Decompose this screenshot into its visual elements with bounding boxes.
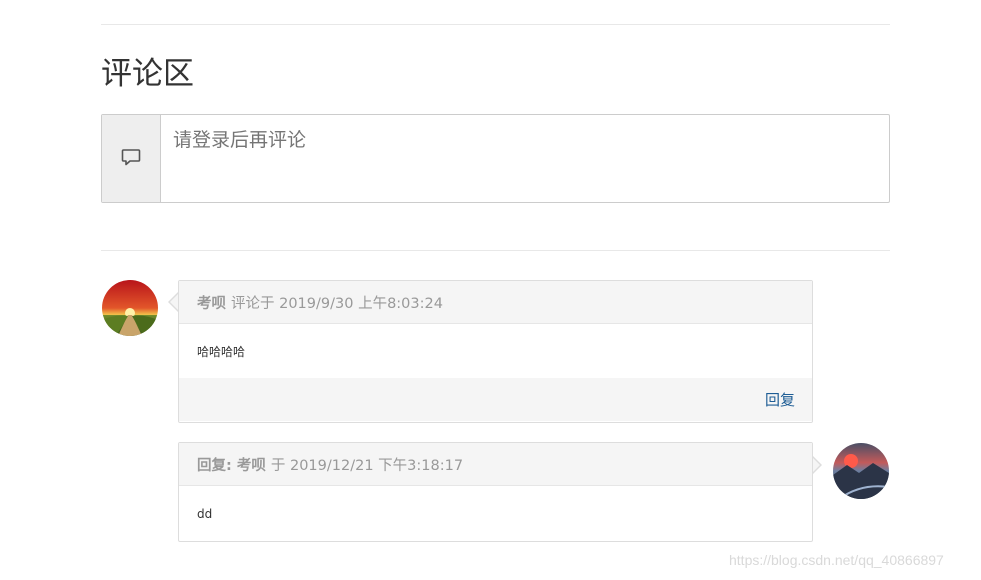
comment-icon bbox=[121, 148, 141, 170]
section-title: 评论区 bbox=[101, 56, 194, 92]
reply-panel: 回复: 考呗 于 2019/12/21 下午3:18:17 dd bbox=[178, 442, 813, 542]
top-divider bbox=[101, 24, 890, 25]
comment-footer: 回复 bbox=[179, 378, 812, 421]
watermark: https://blog.csdn.net/qq_40866897 bbox=[729, 552, 944, 568]
comment-addon bbox=[102, 115, 161, 202]
reply-heading: 回复: 考呗 于 2019/12/21 下午3:18:17 bbox=[179, 443, 812, 486]
middle-divider bbox=[101, 250, 890, 251]
comment-textarea[interactable] bbox=[161, 115, 889, 202]
comment-body: 哈哈哈哈 bbox=[197, 344, 246, 359]
comment-author[interactable]: 考呗 bbox=[197, 292, 226, 313]
reply-meta: 于 2019/12/21 下午3:18:17 bbox=[270, 457, 464, 474]
comment-input-group bbox=[101, 114, 890, 203]
comment-meta: 评论于 2019/9/30 上午8:03:24 bbox=[231, 295, 443, 312]
comment-heading: 考呗 评论于 2019/9/30 上午8:03:24 bbox=[179, 281, 812, 324]
avatar[interactable] bbox=[833, 443, 889, 499]
avatar[interactable] bbox=[102, 280, 158, 336]
reply-body: dd bbox=[197, 506, 213, 521]
reply-author[interactable]: 回复: 考呗 bbox=[197, 454, 266, 475]
reply-link[interactable]: 回复 bbox=[765, 389, 795, 410]
comment-panel: 考呗 评论于 2019/9/30 上午8:03:24 哈哈哈哈 回复 bbox=[178, 280, 813, 423]
